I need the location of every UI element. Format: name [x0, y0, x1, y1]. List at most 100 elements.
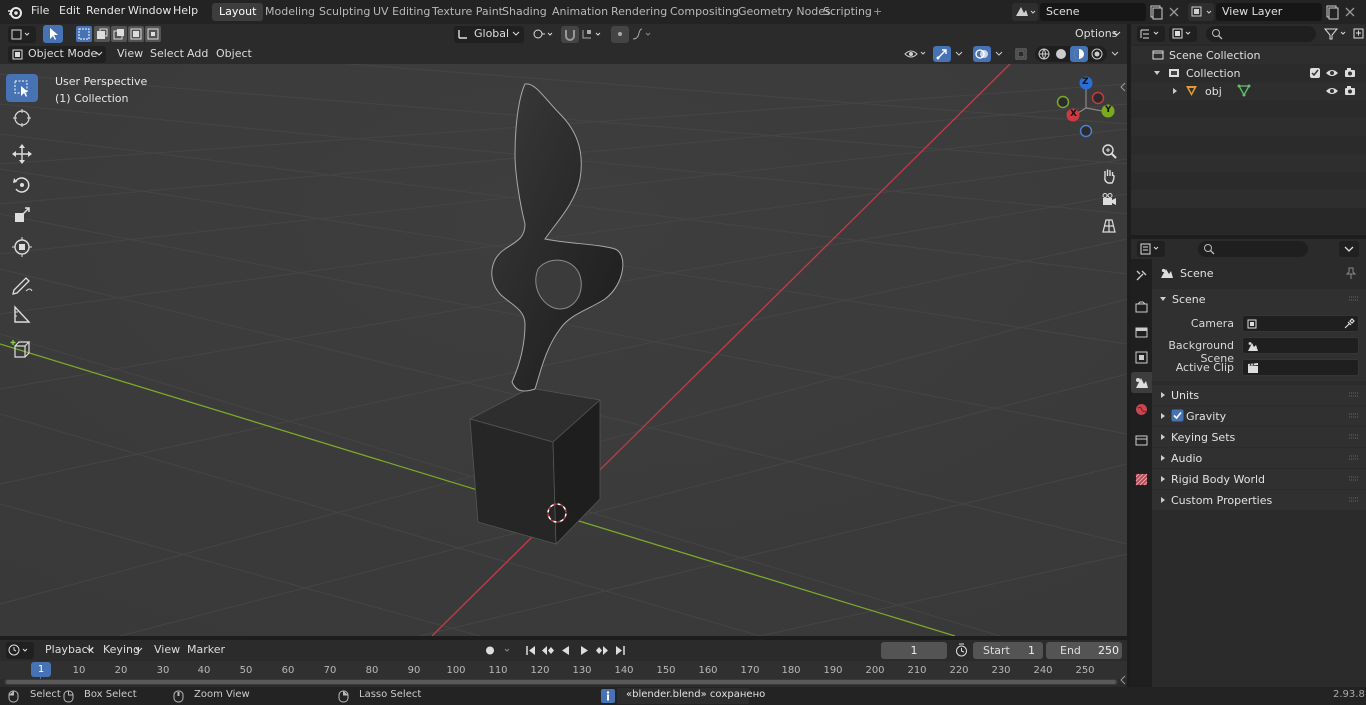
timeline-menu-marker[interactable]: Marker — [183, 642, 229, 658]
pin-icon[interactable] — [1344, 266, 1358, 280]
scene-tab-icon[interactable] — [1131, 372, 1152, 393]
rendered-shading-icon[interactable] — [1090, 47, 1104, 61]
jump-to-keyframe-back-icon[interactable] — [539, 642, 557, 659]
viewport-menu-add[interactable]: Add — [183, 46, 212, 62]
overlays-dropdown-icon[interactable] — [992, 46, 1006, 62]
drag-handle-icon[interactable] — [1348, 496, 1360, 504]
selection-mode-subtract-icon[interactable] — [111, 26, 127, 42]
jump-to-start-icon[interactable] — [522, 642, 540, 659]
visibility-filter-icon[interactable] — [903, 46, 929, 62]
transform-tool[interactable] — [6, 233, 38, 261]
visibility-eye-icon[interactable] — [1325, 67, 1339, 79]
scene-panel-header[interactable]: Scene — [1152, 289, 1366, 309]
viewport-menu-view[interactable]: View — [113, 46, 147, 62]
custom-properties-section[interactable]: Custom Properties — [1152, 490, 1366, 510]
gizmo-dropdown-icon[interactable] — [952, 46, 966, 62]
outliner-new-collection-icon[interactable] — [1352, 26, 1366, 42]
end-frame-field[interactable]: End 250 — [1046, 642, 1122, 659]
drag-handle-icon[interactable] — [1348, 475, 1360, 483]
object-mode-dropdown[interactable]: Object Mode — [8, 46, 106, 63]
timeline-menu-view[interactable]: View — [150, 642, 184, 658]
gizmo-toggle-icon[interactable] — [933, 46, 951, 62]
background-scene-field[interactable] — [1242, 337, 1359, 354]
tool-tab-icon[interactable] — [1133, 267, 1150, 284]
selection-mode-extend-icon[interactable] — [94, 26, 110, 42]
menu-edit[interactable]: Edit — [59, 4, 80, 17]
outliner-editor-type-icon[interactable] — [1137, 26, 1165, 42]
auto-keying-button[interactable] — [481, 642, 515, 659]
units-section[interactable]: Units — [1152, 385, 1366, 405]
scale-tool[interactable] — [6, 202, 38, 230]
section-expand-arrow-icon[interactable] — [1159, 412, 1167, 420]
properties-search-input[interactable] — [1198, 241, 1308, 257]
jump-to-keyframe-forward-icon[interactable] — [593, 642, 611, 659]
editor-type-icon[interactable] — [8, 26, 36, 43]
move-tool[interactable] — [6, 140, 38, 168]
transform-orientation-dropdown[interactable]: Global — [454, 26, 524, 43]
solid-shading-icon[interactable] — [1054, 47, 1068, 61]
render-camera-icon[interactable] — [1343, 85, 1357, 97]
outliner-row-scene-collection[interactable]: Scene Collection — [1131, 46, 1366, 64]
selection-mode-new-icon[interactable] — [76, 26, 92, 42]
expand-arrow-icon[interactable] — [1153, 69, 1161, 77]
section-expand-arrow-icon[interactable] — [1159, 475, 1167, 483]
new-view-layer-icon[interactable] — [1323, 3, 1341, 21]
outliner-row-obj[interactable]: obj — [1131, 82, 1366, 100]
tab-layout[interactable]: Layout — [212, 3, 264, 21]
expand-arrow-icon[interactable] — [1171, 87, 1179, 95]
cursor-tool[interactable] — [6, 104, 38, 132]
snap-target-icon[interactable] — [580, 26, 606, 43]
drag-handle-icon[interactable] — [1348, 391, 1360, 399]
section-expand-arrow-icon[interactable] — [1159, 454, 1167, 462]
properties-editor-type-icon[interactable] — [1137, 241, 1165, 257]
camera-view-icon[interactable] — [1098, 189, 1120, 211]
visibility-eye-icon[interactable] — [1325, 85, 1339, 97]
timeline-editor-type-icon[interactable] — [6, 642, 34, 659]
delete-scene-icon[interactable] — [1165, 3, 1183, 21]
exclude-checkbox-icon[interactable] — [1309, 67, 1321, 79]
section-expand-arrow-icon[interactable] — [1159, 391, 1167, 399]
select-tool-icon[interactable] — [43, 25, 63, 43]
outliner-display-mode-icon[interactable] — [1169, 26, 1197, 42]
scene-name-field[interactable]: Scene — [1040, 3, 1146, 21]
mesh-data-icon[interactable] — [1237, 84, 1251, 97]
render-camera-icon[interactable] — [1343, 67, 1357, 79]
outliner-filter-icon[interactable] — [1321, 26, 1351, 42]
proportional-falloff-icon[interactable] — [630, 26, 656, 43]
timeline-sidebar-chevron-icon[interactable] — [1119, 673, 1127, 687]
playback-menu[interactable]: Playback — [40, 642, 96, 659]
new-scene-icon[interactable] — [1147, 3, 1165, 21]
timeline-scrollbar-thumb[interactable] — [6, 680, 1116, 684]
rotate-tool[interactable] — [6, 171, 38, 199]
wireframe-shading-icon[interactable] — [1037, 47, 1051, 61]
material-preview-shading-icon[interactable] — [1070, 46, 1088, 62]
blender-logo-icon[interactable] — [6, 3, 24, 21]
output-tab-icon[interactable] — [1133, 324, 1150, 341]
gravity-checkbox-icon[interactable] — [1171, 409, 1184, 422]
camera-field[interactable] — [1242, 315, 1359, 332]
pivot-point-icon[interactable] — [530, 26, 556, 43]
keying-sets-section[interactable]: Keying Sets — [1152, 427, 1366, 447]
proportional-editing-icon[interactable] — [611, 26, 629, 43]
menu-file[interactable]: File — [31, 4, 49, 17]
3d-viewport[interactable]: User Perspective (1) Collection Z Y X — [0, 44, 1127, 636]
perspective-toggle-icon[interactable] — [1098, 215, 1120, 237]
drag-handle-icon[interactable] — [1348, 295, 1360, 303]
section-expand-arrow-icon[interactable] — [1159, 496, 1167, 504]
add-cube-tool[interactable] — [6, 336, 38, 364]
outliner-search-input[interactable] — [1206, 26, 1316, 42]
preview-range-clock-icon[interactable] — [953, 642, 970, 659]
play-reverse-icon[interactable] — [557, 642, 575, 659]
xray-toggle-icon[interactable] — [1013, 46, 1029, 62]
selection-mode-intersect-icon[interactable] — [145, 26, 161, 42]
menu-window[interactable]: Window — [128, 4, 171, 17]
section-expand-arrow-icon[interactable] — [1159, 433, 1167, 441]
menu-render[interactable]: Render — [86, 4, 125, 17]
selection-mode-invert-icon[interactable] — [128, 26, 144, 42]
audio-section[interactable]: Audio — [1152, 448, 1366, 468]
measure-tool[interactable] — [6, 300, 38, 328]
jump-to-end-icon[interactable] — [611, 642, 629, 659]
panel-collapse-arrow-icon[interactable] — [1159, 295, 1167, 303]
view-layer-selector-icon[interactable] — [1188, 3, 1214, 21]
start-frame-field[interactable]: Start 1 — [973, 642, 1043, 659]
